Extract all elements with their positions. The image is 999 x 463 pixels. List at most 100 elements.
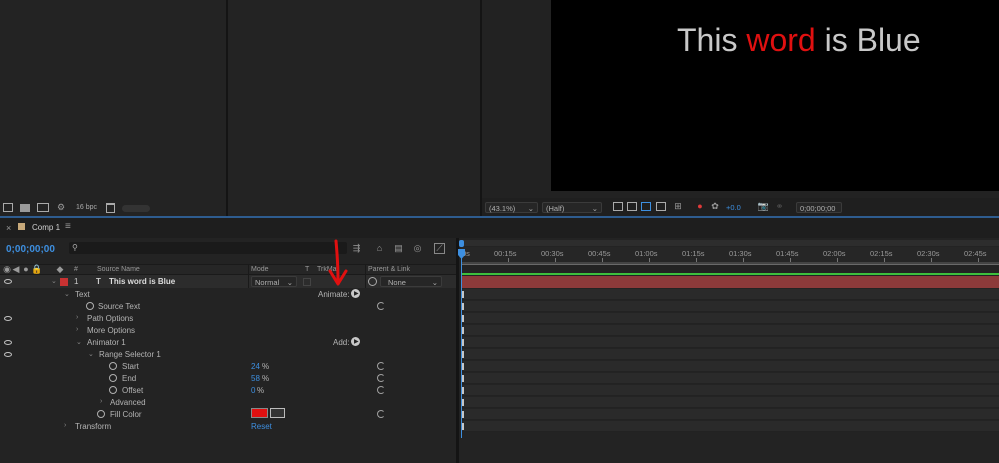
more-options-chevron-icon[interactable]: › — [76, 326, 78, 333]
preserve-transparency-checkbox[interactable] — [303, 278, 311, 286]
fill-color-expression-icon[interactable] — [377, 410, 385, 418]
animate-play-icon[interactable]: ▶ — [351, 289, 360, 298]
end-stopwatch-icon[interactable] — [109, 374, 117, 382]
start-expression-icon[interactable] — [377, 362, 385, 370]
zoom-value: (43.1%) — [489, 204, 516, 213]
layer-duration-bar[interactable] — [461, 276, 999, 288]
parent-pickwhip-icon[interactable] — [368, 277, 377, 286]
range-selector-chevron-icon[interactable]: ⌄ — [88, 350, 94, 358]
color-management-icon[interactable]: ✿ — [710, 201, 720, 212]
transparency-grid-icon[interactable] — [627, 202, 637, 211]
offset-expression-icon[interactable] — [377, 386, 385, 394]
property-track-row[interactable] — [461, 313, 999, 324]
trash-icon[interactable] — [106, 203, 115, 213]
zoom-dropdown[interactable]: (43.1%) ⌄ — [485, 202, 538, 213]
current-time-display[interactable]: 0;00;00;00 — [6, 244, 55, 255]
parent-column-header[interactable]: Parent & Link — [368, 266, 410, 273]
add-play-icon[interactable]: ▶ — [351, 337, 360, 346]
property-track-row[interactable] — [461, 349, 999, 360]
source-text-expression-icon[interactable] — [377, 302, 385, 310]
current-time-indicator-line[interactable] — [461, 258, 462, 438]
advanced-chevron-icon[interactable]: › — [100, 398, 102, 405]
ruler-tick-label: 00:15s — [494, 249, 517, 258]
reset-link[interactable]: Reset — [251, 422, 272, 431]
mask-visibility-icon[interactable] — [641, 202, 651, 211]
text-expand-chevron-icon[interactable]: ⌄ — [64, 290, 70, 298]
range-selector-eye-icon[interactable] — [4, 352, 12, 357]
source-text-stopwatch-icon[interactable] — [86, 302, 94, 310]
start-value[interactable]: 24 — [251, 362, 260, 371]
animator-chevron-icon[interactable]: ⌄ — [76, 338, 82, 346]
timeline-split-divider[interactable] — [456, 238, 459, 463]
range-selector-label[interactable]: Range Selector 1 — [99, 350, 161, 359]
show-snapshot-icon[interactable]: ⚭ — [774, 201, 785, 212]
path-options-label: Path Options — [87, 314, 134, 323]
property-track-row[interactable] — [461, 289, 999, 300]
new-composition-icon[interactable] — [37, 203, 49, 212]
resolution-dropdown[interactable]: (Half) ⌄ — [542, 202, 602, 213]
property-track-row[interactable] — [461, 325, 999, 336]
fill-color-stopwatch-icon[interactable] — [97, 410, 105, 418]
new-folder-icon[interactable] — [20, 204, 30, 212]
time-navigator[interactable] — [461, 240, 999, 246]
parent-dropdown[interactable]: None ⌄ — [380, 276, 442, 287]
track-start-marker — [462, 375, 464, 382]
comp-tab-label[interactable]: Comp 1 — [32, 223, 60, 232]
resolution-value: (Half) — [546, 204, 565, 213]
search-field[interactable] — [83, 242, 343, 254]
track-start-marker — [462, 363, 464, 370]
blend-mode-dropdown[interactable]: Normal ⌄ — [251, 276, 297, 287]
close-icon[interactable]: × — [6, 223, 11, 233]
layer-label-color[interactable] — [60, 278, 68, 286]
end-value[interactable]: 58 — [251, 374, 260, 383]
animator-label[interactable]: Animator 1 — [87, 338, 126, 347]
source-text-label: Source Text — [98, 302, 141, 311]
animator-eye-icon[interactable] — [4, 340, 12, 345]
fill-color-swatch[interactable] — [251, 408, 268, 418]
render-bar — [461, 273, 999, 275]
layer-expand-chevron-icon[interactable]: ⌄ — [51, 277, 57, 285]
tab-menu-icon[interactable]: ≡ — [65, 221, 71, 232]
offset-value[interactable]: 0 — [251, 386, 255, 395]
transform-chevron-icon[interactable]: › — [64, 422, 66, 429]
fast-preview-icon[interactable] — [613, 202, 623, 211]
start-stopwatch-icon[interactable] — [109, 362, 117, 370]
property-track-row[interactable] — [461, 337, 999, 348]
region-of-interest-icon[interactable] — [656, 202, 666, 211]
end-expression-icon[interactable] — [377, 374, 385, 382]
bpc-label[interactable]: 16 bpc — [76, 204, 97, 211]
frame-blending-icon[interactable]: ▤ — [393, 243, 404, 254]
shy-layers-icon[interactable]: ⌂ — [374, 243, 385, 254]
eyedropper-icon[interactable] — [270, 408, 285, 418]
interpret-footage-icon[interactable] — [3, 203, 13, 212]
ruler-tick-mark — [555, 258, 556, 262]
composition-mini-flowchart-icon[interactable]: ⇶ — [351, 243, 362, 254]
path-options-eye-icon[interactable] — [4, 316, 12, 321]
offset-stopwatch-icon[interactable] — [109, 386, 117, 394]
channel-icon[interactable]: ● — [695, 201, 705, 212]
time-navigator-start-handle[interactable] — [459, 240, 464, 247]
property-track-row[interactable] — [461, 301, 999, 312]
layer-search-input[interactable]: ⚲ — [69, 242, 347, 254]
adjust-icon[interactable]: ⚙ — [55, 202, 67, 213]
property-track-row[interactable] — [461, 385, 999, 396]
viewer-timecode[interactable]: 0;00;00;00 — [796, 202, 842, 213]
property-track-row[interactable] — [461, 361, 999, 372]
layer-name[interactable]: This word is Blue — [109, 277, 175, 286]
snapshot-camera-icon[interactable]: 📷 — [758, 201, 769, 212]
mode-column-header[interactable]: Mode — [251, 266, 269, 273]
track-start-marker — [462, 387, 464, 394]
property-track-row[interactable] — [461, 409, 999, 420]
path-options-chevron-icon[interactable]: › — [76, 314, 78, 321]
exposure-value[interactable]: +0.0 — [726, 203, 741, 212]
ruler-tick-label: 02:45s — [964, 249, 987, 258]
property-track-row[interactable] — [461, 373, 999, 384]
source-name-column-header[interactable]: Source Name — [97, 266, 140, 273]
property-track-row[interactable] — [461, 397, 999, 408]
graph-editor-icon[interactable]: ⟋ — [434, 243, 445, 254]
motion-blur-icon[interactable]: ◎ — [412, 243, 423, 254]
thumbnail-slider[interactable] — [122, 205, 150, 212]
grid-guides-icon[interactable]: ⊞ — [673, 201, 683, 212]
property-track-row[interactable] — [461, 421, 999, 432]
visibility-eye-icon[interactable] — [4, 279, 12, 284]
